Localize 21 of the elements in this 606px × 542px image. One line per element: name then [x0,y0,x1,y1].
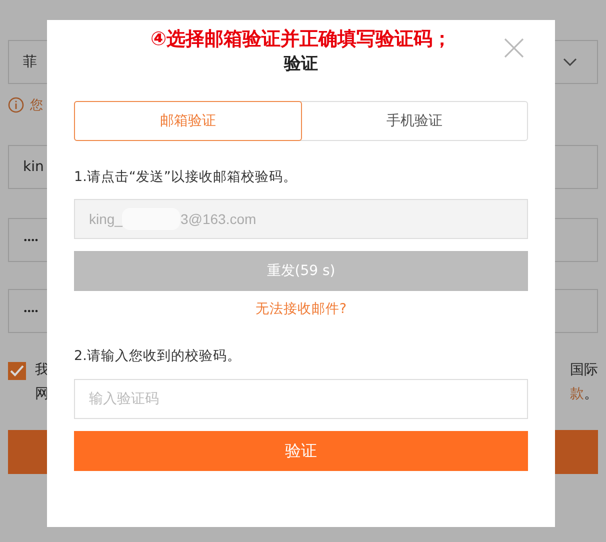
terms-link[interactable]: 款 [570,384,584,404]
email-field: king_ 3@163.com [74,199,528,239]
step-instruction: 2.请输入您收到的校验码。 [74,347,242,366]
step-instruction: 1.请点击“发送”以接收邮箱校验码。 [74,168,298,187]
notice-text: 您 [30,97,43,114]
agreement-checkbox[interactable] [8,362,26,380]
password-value: •••• [23,236,38,244]
agreement-text: 。 [584,385,598,404]
account-value: kin [23,159,44,175]
annotation-text: ④选择邮箱验证并正确填写验证码； [150,27,452,52]
password-value: •••• [23,306,38,316]
agreement-text: 国际 [570,361,598,380]
help-link[interactable]: 无法接收邮件? [255,299,347,319]
verify-button[interactable]: 验证 [74,431,528,471]
tab[interactable]: 邮箱验证 [74,101,302,141]
info-icon [8,97,24,113]
code-input[interactable]: 输入验证码 [74,379,528,419]
chevron-down-icon [563,58,577,66]
close-icon[interactable] [504,38,524,58]
dialog-title: 验证 [284,53,318,76]
country-value: 菲 [23,53,37,71]
